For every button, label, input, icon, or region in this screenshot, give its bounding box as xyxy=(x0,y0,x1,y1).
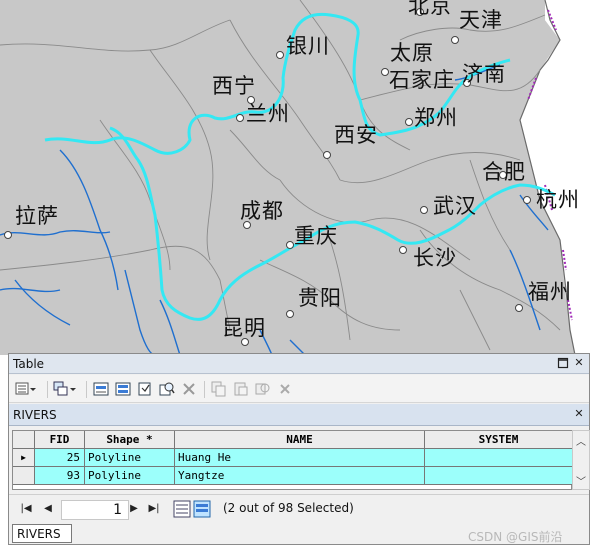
city-label: 银川 xyxy=(286,34,330,58)
maximize-icon[interactable] xyxy=(557,357,569,369)
column-header-shape[interactable]: Shape * xyxy=(85,431,175,449)
select-by-attributes-icon[interactable] xyxy=(93,381,109,397)
table-row[interactable]: 93 Polyline Yangtze xyxy=(13,467,573,485)
city-label: 济南 xyxy=(462,62,506,86)
switch-selection-icon[interactable] xyxy=(115,381,131,397)
toolbar-separator xyxy=(86,381,87,398)
city-label: 西安 xyxy=(334,123,378,147)
zoom-to-selected-icon[interactable] xyxy=(159,381,175,397)
table-options-icon[interactable] xyxy=(15,381,36,397)
selection-status: (2 out of 98 Selected) xyxy=(223,501,354,515)
toolbar-separator xyxy=(47,381,48,398)
city-label: 石家庄 xyxy=(389,68,455,92)
scroll-up-icon[interactable]: ︿ xyxy=(573,433,589,448)
cell-system[interactable] xyxy=(425,449,573,467)
next-record-icon[interactable]: ▶ xyxy=(127,502,141,516)
show-selected-records-icon[interactable] xyxy=(193,500,211,518)
column-header-name[interactable]: NAME xyxy=(175,431,425,449)
table-header-row: FID Shape * NAME SYSTEM xyxy=(13,431,573,449)
close-tab-icon[interactable]: ✕ xyxy=(573,408,585,420)
table-window: Table ✕ RIVERS ✕ FID Shape * NAME SYSTEM… xyxy=(8,353,590,545)
cell-fid[interactable]: 93 xyxy=(35,467,85,485)
city-label: 昆明 xyxy=(222,316,266,340)
row-selector[interactable]: ▶ xyxy=(13,449,35,467)
city-label: 太原 xyxy=(390,41,434,65)
paste-icon[interactable] xyxy=(233,381,249,397)
clear-selection-icon[interactable] xyxy=(137,381,153,397)
header-selector-cell[interactable] xyxy=(13,431,35,449)
delete-icon[interactable] xyxy=(277,381,293,397)
city-label: 合肥 xyxy=(482,160,526,184)
city-label: 杭州 xyxy=(536,188,580,212)
city-label: 福州 xyxy=(528,280,572,304)
cell-fid[interactable]: 25 xyxy=(35,449,85,467)
table-tab-bar: RIVERS ✕ xyxy=(9,404,589,426)
cell-shape[interactable]: Polyline xyxy=(85,467,175,485)
city-label: 西宁 xyxy=(212,74,256,98)
record-navigation-bar: |◀ ◀ 1 ▶ ▶| (2 out of 98 Selected) xyxy=(9,494,589,524)
watermark: CSDN @GIS前沿 xyxy=(468,530,563,544)
table-row[interactable]: ▶ 25 Polyline Huang He xyxy=(13,449,573,467)
layer-table-tab[interactable]: RIVERS xyxy=(12,524,72,543)
close-icon[interactable]: ✕ xyxy=(573,357,585,369)
table-tab-title: RIVERS xyxy=(13,408,57,422)
scroll-down-icon[interactable]: ﹀ xyxy=(573,473,589,488)
show-all-records-icon[interactable] xyxy=(173,500,191,518)
last-record-icon[interactable]: ▶| xyxy=(147,502,161,516)
table-window-titlebar[interactable]: Table ✕ xyxy=(9,354,589,374)
record-number-input[interactable]: 1 xyxy=(61,500,129,520)
layer-table-tab-label: RIVERS xyxy=(17,527,61,541)
city-label: 北京 xyxy=(408,0,452,18)
city-label: 成都 xyxy=(240,199,284,223)
column-header-system[interactable]: SYSTEM xyxy=(425,431,573,449)
cell-shape[interactable]: Polyline xyxy=(85,449,175,467)
vertical-scrollbar[interactable]: ︿ ﹀ xyxy=(572,430,590,490)
city-label: 武汉 xyxy=(433,194,477,218)
table-toolbar xyxy=(9,375,589,403)
city-label: 重庆 xyxy=(294,224,338,248)
previous-record-icon[interactable]: ◀ xyxy=(41,502,55,516)
cell-name[interactable]: Yangtze xyxy=(175,467,425,485)
column-header-fid[interactable]: FID xyxy=(35,431,85,449)
related-tables-icon[interactable] xyxy=(53,381,76,397)
city-label: 天津 xyxy=(459,8,503,32)
copy-icon[interactable] xyxy=(211,381,227,397)
table-window-title: Table xyxy=(13,357,45,371)
row-selector[interactable] xyxy=(13,467,35,485)
toolbar-separator xyxy=(204,381,205,398)
attribute-grid: FID Shape * NAME SYSTEM ▶ 25 Polyline Hu… xyxy=(12,430,573,490)
city-label: 贵阳 xyxy=(298,286,342,310)
zoom-icon[interactable] xyxy=(255,381,271,397)
first-record-icon[interactable]: |◀ xyxy=(19,502,33,516)
city-label: 郑州 xyxy=(414,106,458,130)
city-label: 兰州 xyxy=(246,102,290,126)
cell-system[interactable] xyxy=(425,467,573,485)
delete-selected-icon[interactable] xyxy=(181,381,197,397)
city-label: 拉萨 xyxy=(15,204,59,228)
city-label: 长沙 xyxy=(413,246,457,270)
cell-name[interactable]: Huang He xyxy=(175,449,425,467)
